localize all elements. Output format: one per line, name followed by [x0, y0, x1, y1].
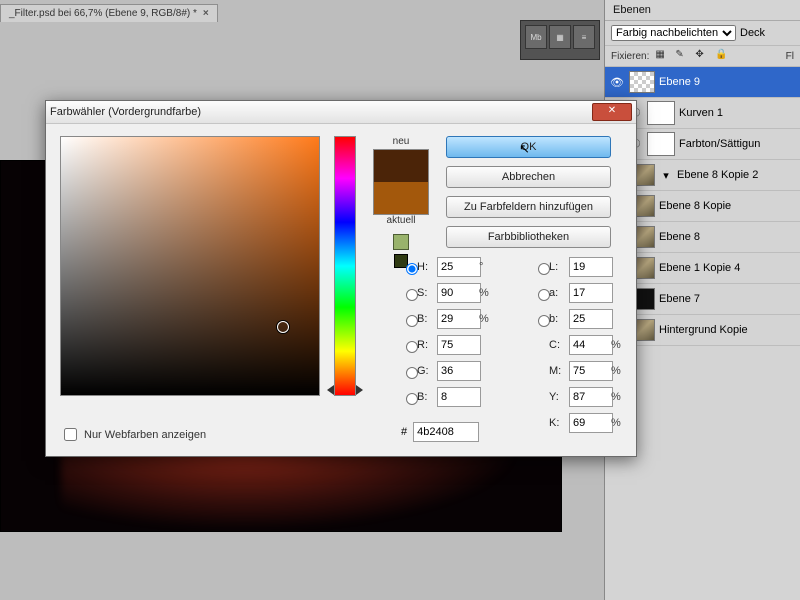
g-input[interactable] [437, 361, 481, 381]
color-fields: H: ° L: S: % a: B: % b: [401, 254, 622, 444]
layer-name[interactable]: Ebene 9 [659, 76, 796, 88]
k-input[interactable] [569, 413, 613, 433]
c-input[interactable] [569, 335, 613, 355]
lock-all-icon[interactable]: 🔒 [715, 49, 729, 63]
web-only-checkbox[interactable]: Nur Webfarben anzeigen [60, 425, 206, 444]
opacity-label: Deck [740, 27, 765, 39]
s-label: S: [417, 287, 435, 299]
cancel-button[interactable]: Abbrechen [446, 166, 611, 188]
cursor-icon: ↖ [519, 141, 530, 157]
panel-icon[interactable]: ▦ [549, 25, 571, 49]
web-only-label: Nur Webfarben anzeigen [84, 429, 206, 441]
bv-input[interactable] [437, 309, 481, 329]
sv-cursor-icon [277, 321, 289, 333]
saturation-value-field[interactable] [60, 136, 320, 396]
layer-name[interactable]: Ebene 1 Kopie 4 [659, 262, 796, 274]
current-color-label: aktuell [387, 215, 416, 226]
visibility-icon[interactable]: 👁 [609, 76, 625, 89]
hex-input[interactable] [413, 422, 479, 442]
layers-panel-tab[interactable]: Ebenen [605, 0, 800, 21]
hue-arrow-icon [327, 385, 334, 395]
y-input[interactable] [569, 387, 613, 407]
g-label: G: [417, 365, 435, 377]
color-swatch-pair [373, 149, 429, 215]
document-tab[interactable]: _Filter.psd bei 66,7% (Ebene 9, RGB/8#) … [0, 4, 218, 22]
fill-label: Fl [786, 51, 794, 62]
web-only-input[interactable] [64, 428, 77, 441]
mask-thumbnail[interactable] [647, 132, 675, 156]
hue-arrow-icon [356, 385, 363, 395]
bc-input[interactable] [437, 387, 481, 407]
layer-name[interactable]: Hintergrund Kopie [659, 324, 796, 336]
new-color-swatch[interactable] [374, 150, 428, 182]
layer-row[interactable]: 👁 Ebene 9 [605, 67, 800, 98]
close-tab-icon[interactable]: × [203, 8, 209, 19]
panel-dock: Mb ▦ ≡ [520, 20, 600, 60]
new-color-label: neu [393, 136, 410, 147]
h-label: H: [417, 261, 435, 273]
layer-name[interactable]: Ebene 8 Kopie 2 [677, 169, 796, 181]
ok-button[interactable]: OK ↖ [446, 136, 611, 158]
c-unit: % [611, 339, 631, 351]
c-label: C: [549, 339, 567, 351]
m-input[interactable] [569, 361, 613, 381]
h-input[interactable] [437, 257, 481, 277]
close-dialog-button[interactable]: ✕ [592, 103, 632, 121]
b-label: b: [549, 313, 567, 325]
layer-thumbnail[interactable] [629, 71, 655, 93]
current-color-swatch[interactable] [374, 182, 428, 214]
blend-mode-select[interactable]: Farbig nachbelichten [611, 25, 736, 41]
document-title: _Filter.psd bei 66,7% (Ebene 9, RGB/8#) … [9, 8, 197, 19]
k-label: K: [549, 417, 567, 429]
panel-icon[interactable]: Mb [525, 25, 547, 49]
add-to-swatches-button[interactable]: Zu Farbfeldern hinzufügen [446, 196, 611, 218]
hex-label: # [401, 426, 407, 438]
m-unit: % [611, 365, 631, 377]
y-unit: % [611, 391, 631, 403]
s-unit: % [479, 287, 499, 299]
lock-transparency-icon[interactable]: ▦ [655, 49, 669, 63]
color-libraries-button[interactable]: Farbbibliotheken [446, 226, 611, 248]
a-label: a: [549, 287, 567, 299]
lock-paint-icon[interactable]: ✎ [675, 49, 689, 63]
layer-name[interactable]: Farbton/Sättigun [679, 138, 796, 150]
layer-name[interactable]: Ebene 8 [659, 231, 796, 243]
panel-icon[interactable]: ≡ [573, 25, 595, 49]
k-unit: % [611, 417, 631, 429]
mask-thumbnail[interactable] [647, 101, 675, 125]
a-input[interactable] [569, 283, 613, 303]
b-input[interactable] [569, 309, 613, 329]
layer-name[interactable]: Kurven 1 [679, 107, 796, 119]
s-input[interactable] [437, 283, 481, 303]
layer-name[interactable]: Ebene 8 Kopie [659, 200, 796, 212]
r-input[interactable] [437, 335, 481, 355]
layer-name[interactable]: Ebene 7 [659, 293, 796, 305]
bv-label: B: [417, 313, 435, 325]
r-label: R: [417, 339, 435, 351]
bv-unit: % [479, 313, 499, 325]
color-picker-dialog: Farbwähler (Vordergrundfarbe) ✕ neu aktu… [45, 100, 637, 457]
chevron-down-icon[interactable]: ▾ [659, 169, 673, 182]
l-label: L: [549, 261, 567, 273]
h-unit: ° [479, 261, 499, 273]
dialog-titlebar[interactable]: Farbwähler (Vordergrundfarbe) ✕ [46, 101, 636, 124]
m-label: M: [549, 365, 567, 377]
gamut-warning-icon[interactable] [393, 234, 409, 250]
hue-slider[interactable] [334, 136, 356, 396]
l-input[interactable] [569, 257, 613, 277]
y-label: Y: [549, 391, 567, 403]
bc-label: B: [417, 391, 435, 403]
dialog-title: Farbwähler (Vordergrundfarbe) [50, 106, 201, 118]
lock-label: Fixieren: [611, 51, 649, 62]
lock-move-icon[interactable]: ✥ [695, 49, 709, 63]
